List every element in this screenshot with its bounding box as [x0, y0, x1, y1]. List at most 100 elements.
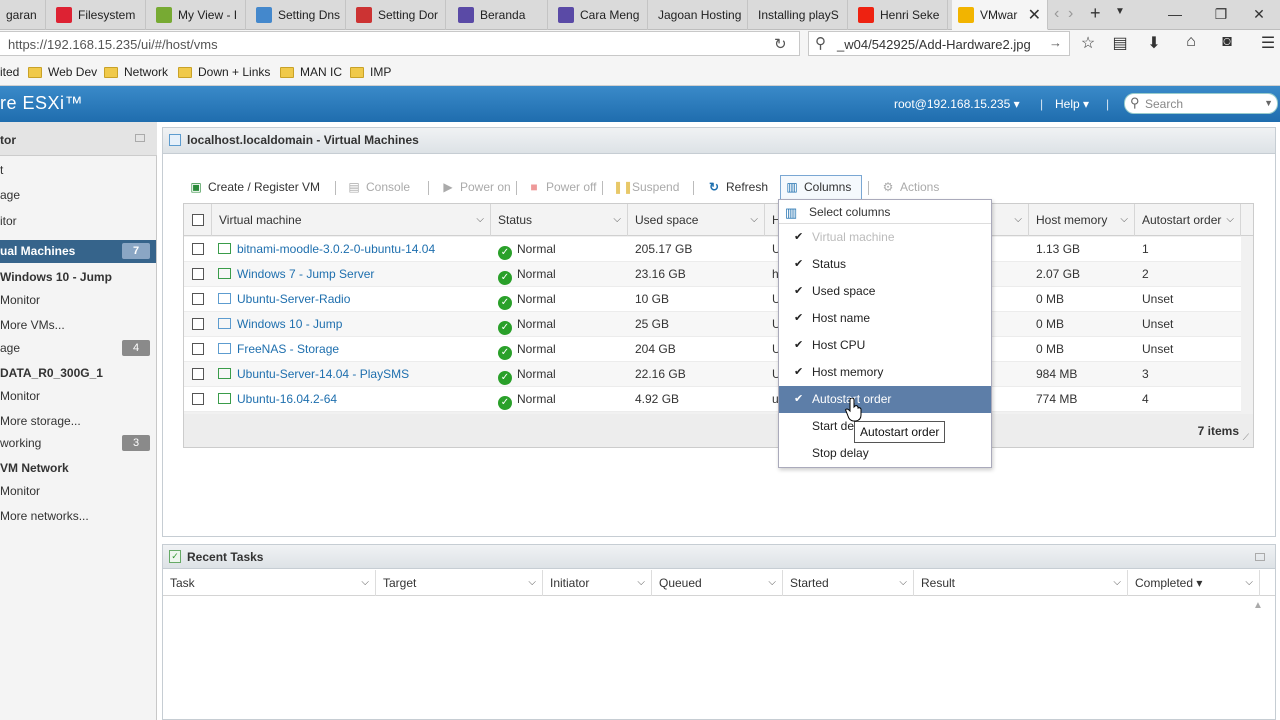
- column-option[interactable]: ✔ Host CPU: [779, 332, 991, 359]
- go-arrow-icon[interactable]: →: [1049, 35, 1062, 50]
- pocket-icon[interactable]: ◙: [1216, 33, 1238, 51]
- nav-item-vm[interactable]: Windows 10 - Jump: [0, 266, 156, 288]
- nav-item-networking[interactable]: working 3: [0, 432, 156, 455]
- tab-scroll-right-icon[interactable]: ›: [1068, 5, 1073, 23]
- browser-tab[interactable]: Cara Meng: [552, 0, 648, 30]
- column-header-status[interactable]: Status ⌵: [491, 204, 628, 236]
- browser-tab[interactable]: Installing playS: [752, 0, 848, 30]
- resize-handle-icon[interactable]: ⟋: [1243, 432, 1249, 443]
- browser-tab[interactable]: Setting Dor: [350, 0, 446, 30]
- power-on-button[interactable]: ▶ Power on: [441, 180, 510, 194]
- column-header-initiator[interactable]: Initiator ⌵: [543, 570, 652, 596]
- close-tab-icon[interactable]: ✕: [1028, 5, 1041, 25]
- bookmark-star-icon[interactable]: ☆: [1077, 33, 1099, 53]
- column-header-host-memory[interactable]: Host memory ⌵: [1029, 204, 1135, 236]
- nav-item-more-networks[interactable]: More networks...: [0, 505, 156, 527]
- nav-item-storage[interactable]: age 4: [0, 337, 156, 360]
- table-row[interactable]: Ubuntu-Server-14.04 - PlaySMS ✓ Normal 22.1…: [184, 362, 1241, 387]
- column-header-queued[interactable]: Queued ⌵: [652, 570, 783, 596]
- suspend-button[interactable]: ❚❚ Suspend: [613, 180, 679, 194]
- browser-tab[interactable]: Setting Dns: [250, 0, 346, 30]
- browser-tab[interactable]: Beranda: [452, 0, 548, 30]
- vm-name-link[interactable]: Ubuntu-Server-14.04 - PlaySMS: [211, 362, 491, 387]
- table-row[interactable]: FreeNAS - Storage ✓ Normal 204 GB U 0 MB Unset: [184, 337, 1241, 362]
- browser-tab[interactable]: Henri Seke: [852, 0, 948, 30]
- column-option[interactable]: Stop delay: [779, 440, 991, 467]
- vm-name-link[interactable]: bitnami-moodle-3.0.2-0-ubuntu-14.04: [211, 237, 491, 262]
- menu-icon[interactable]: ☰: [1257, 33, 1279, 53]
- column-header-completed[interactable]: Completed ▾ ⌵: [1128, 570, 1260, 596]
- url-bar[interactable]: https://192.168.15.235/ui/#/host/vms ↻: [0, 31, 800, 56]
- row-checkbox[interactable]: [192, 343, 204, 355]
- bookmark-item[interactable]: ited: [0, 65, 19, 79]
- reload-icon[interactable]: ↻: [774, 35, 787, 53]
- row-checkbox[interactable]: [192, 393, 204, 405]
- minimize-icon[interactable]: —: [1152, 0, 1198, 30]
- select-all-checkbox[interactable]: [192, 214, 204, 226]
- home-icon[interactable]: ⌂: [1180, 33, 1202, 51]
- scroll-up-icon[interactable]: ▲: [1253, 600, 1263, 611]
- browser-tab-active[interactable]: VMwar ✕: [952, 0, 1048, 30]
- column-header-used-space[interactable]: Used space ⌵: [628, 204, 765, 236]
- column-header-autostart-order[interactable]: Autostart order ⌵: [1135, 204, 1241, 236]
- nav-item-monitor[interactable]: itor: [0, 210, 156, 232]
- browser-tab[interactable]: My View - I: [150, 0, 246, 30]
- nav-item-monitor[interactable]: Monitor: [0, 289, 156, 311]
- column-header-virtual-machine[interactable]: Virtual machine ⌵: [211, 204, 491, 236]
- actions-button[interactable]: ⚙ Actions: [881, 180, 940, 194]
- vm-name-link[interactable]: FreeNAS - Storage: [211, 337, 491, 362]
- reading-list-icon[interactable]: ▤: [1109, 33, 1131, 53]
- power-off-button[interactable]: ■ Power off: [527, 180, 596, 194]
- window-close-icon[interactable]: ✕: [1236, 0, 1280, 30]
- row-checkbox[interactable]: [192, 293, 204, 305]
- nav-item-vm-network[interactable]: VM Network: [0, 457, 156, 479]
- row-checkbox[interactable]: [192, 243, 204, 255]
- nav-item-more-storage[interactable]: More storage...: [0, 410, 156, 432]
- tab-scroll-left-icon[interactable]: ‹: [1054, 5, 1059, 23]
- row-checkbox[interactable]: [192, 318, 204, 330]
- tab-list-icon[interactable]: ▼: [1115, 6, 1125, 17]
- column-header-result[interactable]: Result ⌵: [914, 570, 1128, 596]
- bookmark-folder[interactable]: MAN IC: [280, 65, 342, 79]
- table-row[interactable]: Windows 7 - Jump Server ✓ Normal 23.16 GB h 2…: [184, 262, 1241, 287]
- vm-name-link[interactable]: Ubuntu-16.04.2-64: [211, 387, 491, 412]
- bookmark-folder[interactable]: Web Dev: [28, 65, 97, 79]
- row-checkbox[interactable]: [192, 268, 204, 280]
- console-button[interactable]: ▤ Console: [347, 180, 410, 194]
- vm-name-link[interactable]: Ubuntu-Server-Radio: [211, 287, 491, 312]
- column-header-started[interactable]: Started ⌵: [783, 570, 914, 596]
- bookmark-folder[interactable]: Down + Links: [178, 65, 270, 79]
- table-row[interactable]: Ubuntu-Server-Radio ✓ Normal 10 GB U 0 MB Unse…: [184, 287, 1241, 312]
- nav-item-monitor[interactable]: Monitor: [0, 385, 156, 407]
- user-menu[interactable]: root@192.168.15.235 ▾: [894, 97, 1020, 111]
- column-option[interactable]: ✔ Host name: [779, 305, 991, 332]
- bookmark-folder[interactable]: IMP: [350, 65, 391, 79]
- column-header-target[interactable]: Target ⌵: [376, 570, 543, 596]
- collapse-icon[interactable]: [135, 134, 145, 142]
- chevron-down-icon[interactable]: ▼: [1264, 98, 1273, 108]
- nav-item-manage[interactable]: age: [0, 184, 156, 206]
- help-menu[interactable]: Help ▾: [1055, 97, 1089, 111]
- create-register-vm-button[interactable]: ▣ Create / Register VM: [189, 180, 320, 194]
- column-option[interactable]: ✔ Used space: [779, 278, 991, 305]
- column-option[interactable]: ✔ Host memory: [779, 359, 991, 386]
- bookmark-folder[interactable]: Network: [104, 65, 168, 79]
- nav-item-host[interactable]: t: [0, 159, 156, 181]
- download-icon[interactable]: ⬇: [1143, 33, 1165, 53]
- row-checkbox[interactable]: [192, 368, 204, 380]
- refresh-button[interactable]: ↻ Refresh: [707, 180, 768, 194]
- column-option[interactable]: ✔ Autostart order: [779, 386, 991, 413]
- table-row[interactable]: bitnami-moodle-3.0.2-0-ubuntu-14.04 ✓ Norm…: [184, 237, 1241, 262]
- browser-tab[interactable]: Jagoan Hosting: [652, 0, 748, 30]
- browser-tab[interactable]: Filesystem: [50, 0, 146, 30]
- nav-item-datastore[interactable]: DATA_R0_300G_1: [0, 362, 156, 384]
- browser-tab[interactable]: garan: [0, 0, 46, 30]
- table-row[interactable]: Windows 10 - Jump ✓ Normal 25 GB U 0 MB Unset: [184, 312, 1241, 337]
- collapse-icon[interactable]: [1255, 553, 1265, 561]
- nav-item-virtual-machines[interactable]: ual Machines 7: [0, 240, 156, 263]
- vm-name-link[interactable]: Windows 7 - Jump Server: [211, 262, 491, 287]
- header-search-input[interactable]: ⚲ Search ▼: [1124, 93, 1278, 114]
- table-row[interactable]: Ubuntu-16.04.2-64 ✓ Normal 4.92 GB u 774 MB 4: [184, 387, 1241, 412]
- columns-label[interactable]: ▥ Columns: [785, 180, 851, 194]
- column-option[interactable]: ✔ Status: [779, 251, 991, 278]
